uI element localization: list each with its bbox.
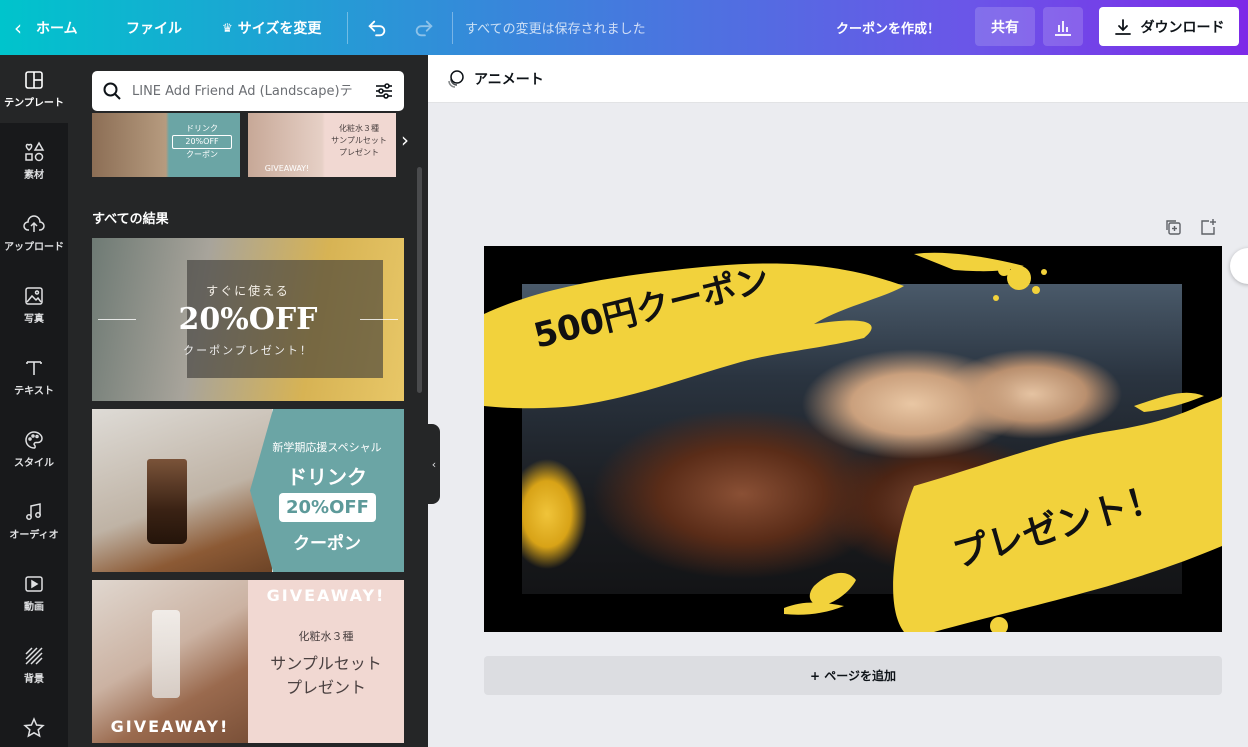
nav-label: テキスト [14, 386, 54, 397]
duplicate-icon [1166, 220, 1181, 235]
chevron-right-icon[interactable]: › [396, 125, 414, 155]
panel-scrollbar[interactable] [417, 167, 422, 393]
thumbnail-text: 化粧水３種 サンプルセット プレゼント [331, 124, 387, 157]
nav-label: オーディオ [9, 530, 59, 541]
template-card-giveaway[interactable]: GIVEAWAY! 化粧水３種 サンプルセット プレゼント GIVEAWAY! [92, 580, 404, 743]
toolbar-divider [347, 12, 348, 44]
download-button[interactable]: ダウンロード [1099, 7, 1239, 46]
nav-item-elements[interactable]: 素材 [0, 127, 68, 195]
undo-icon [368, 20, 386, 36]
nav-label: テンプレート [4, 98, 64, 109]
thumbnail-tag: GIVEAWAY! [264, 164, 310, 173]
nav-item-uploads[interactable]: アップロード [0, 199, 68, 267]
text-icon [24, 357, 44, 379]
card-line-1: 新学期応援スペシャル [272, 441, 382, 454]
crown-icon: ♛ [222, 20, 233, 35]
nav-label: 写真 [24, 314, 44, 325]
add-page-button-small[interactable] [1197, 216, 1219, 238]
upload-icon [23, 213, 45, 235]
file-menu-button[interactable]: ファイル [126, 0, 182, 55]
nav-item-video[interactable]: 動画 [0, 559, 68, 627]
card-tag-top: GIVEAWAY! [266, 586, 386, 605]
chevron-left-icon: ‹ [431, 457, 437, 471]
card-line-1: 化粧水３種 [298, 630, 354, 643]
star-icon [23, 717, 45, 739]
collapse-panel-button[interactable]: ‹ [428, 424, 440, 504]
bar-chart-icon [1055, 20, 1071, 36]
nav-label: 背景 [24, 674, 44, 685]
card-line-3: クーポンプレゼント！ [183, 344, 313, 357]
resize-button[interactable]: ♛ サイズを変更 [222, 0, 321, 55]
design-canvas[interactable]: 500円クーポン プレゼント！ [484, 246, 1222, 632]
palette-icon [24, 429, 44, 451]
create-coupon-button[interactable]: クーポンを作成！ [836, 0, 940, 55]
resize-label: サイズを変更 [237, 20, 322, 37]
card-line-2: 20%OFF [178, 302, 318, 337]
redo-icon [415, 20, 433, 36]
left-sidebar-nav: テンプレート 素材 アップロード 写真 テキスト スタイル オーディオ 動画 背… [0, 55, 68, 747]
card-photo-glass [147, 459, 187, 544]
template-icon [24, 69, 44, 91]
top-toolbar: ‹ ホーム ファイル ♛ サイズを変更 すべての変更は保存されました クーポンを… [0, 0, 1248, 55]
nav-item-photos[interactable]: 写真 [0, 271, 68, 339]
toolbar-divider [452, 12, 453, 44]
add-page-button[interactable]: + ページを追加 [484, 656, 1222, 695]
nav-item-text[interactable]: テキスト [0, 343, 68, 411]
nav-label: スタイル [14, 458, 54, 469]
search-icon [103, 82, 121, 100]
redo-button[interactable] [413, 0, 435, 55]
home-button[interactable]: ‹ ホーム [14, 0, 78, 55]
nav-label: 素材 [24, 170, 44, 181]
elements-icon [23, 141, 45, 163]
template-thumbnail-drink[interactable]: ドリンク 20%OFF クーポン [92, 113, 240, 177]
template-card-drink[interactable]: 新学期応援スペシャル ドリンク 20%OFF クーポン [92, 409, 404, 572]
card-line-3: プレゼント [285, 678, 366, 697]
card-photo-bottle [152, 610, 180, 698]
photo-icon [24, 285, 44, 307]
card-line-3: 20%OFF [279, 493, 376, 522]
undo-button[interactable] [366, 0, 388, 55]
card-tag-bottom: GIVEAWAY! [110, 717, 230, 736]
template-thumbnail-giveaway[interactable]: 化粧水３種 サンプルセット プレゼント GIVEAWAY! [248, 113, 396, 177]
comment-bubble-button[interactable] [1230, 248, 1248, 284]
video-icon [24, 573, 44, 595]
template-search-box [92, 71, 404, 111]
card-line-2: ドリンク [287, 465, 367, 489]
card-line-2: サンプルセット [270, 654, 382, 673]
card-line-1: すぐに使える [206, 284, 290, 298]
music-icon [24, 501, 44, 523]
duplicate-page-button[interactable] [1162, 216, 1184, 238]
nav-item-background[interactable]: 背景 [0, 631, 68, 699]
download-label: ダウンロード [1140, 19, 1225, 36]
nav-item-styles[interactable]: スタイル [0, 415, 68, 483]
results-heading: すべての結果 [92, 212, 169, 227]
nav-item-more[interactable] [0, 703, 68, 747]
thumbnail-text: ドリンク 20%OFF クーポン [172, 123, 232, 161]
download-icon [1114, 18, 1131, 35]
home-label: ホーム [36, 20, 78, 37]
nav-label: アップロード [4, 242, 64, 253]
nav-label: 動画 [24, 602, 44, 613]
file-label: ファイル [126, 20, 182, 37]
chevron-left-icon: ‹ [14, 15, 22, 40]
save-status: すべての変更は保存されました [465, 22, 646, 37]
templates-panel: ドリンク 20%OFF クーポン 化粧水３種 サンプルセット プレゼント GIV… [68, 55, 428, 747]
filter-icon[interactable] [374, 81, 394, 101]
editor-toolbar: アニメート [428, 55, 1248, 103]
nav-item-templates[interactable]: テンプレート [0, 55, 68, 123]
add-page-icon [1201, 219, 1216, 235]
share-button[interactable]: 共有 [975, 7, 1035, 46]
animate-button[interactable]: アニメート [474, 69, 544, 89]
nav-item-audio[interactable]: オーディオ [0, 487, 68, 555]
insights-button[interactable] [1043, 7, 1083, 46]
template-search-input[interactable] [132, 83, 374, 99]
animate-icon [448, 69, 464, 88]
card-line-4: クーポン [293, 534, 361, 554]
background-icon [24, 645, 44, 667]
template-card-coupon[interactable]: すぐに使える 20%OFF クーポンプレゼント！ [92, 238, 404, 401]
